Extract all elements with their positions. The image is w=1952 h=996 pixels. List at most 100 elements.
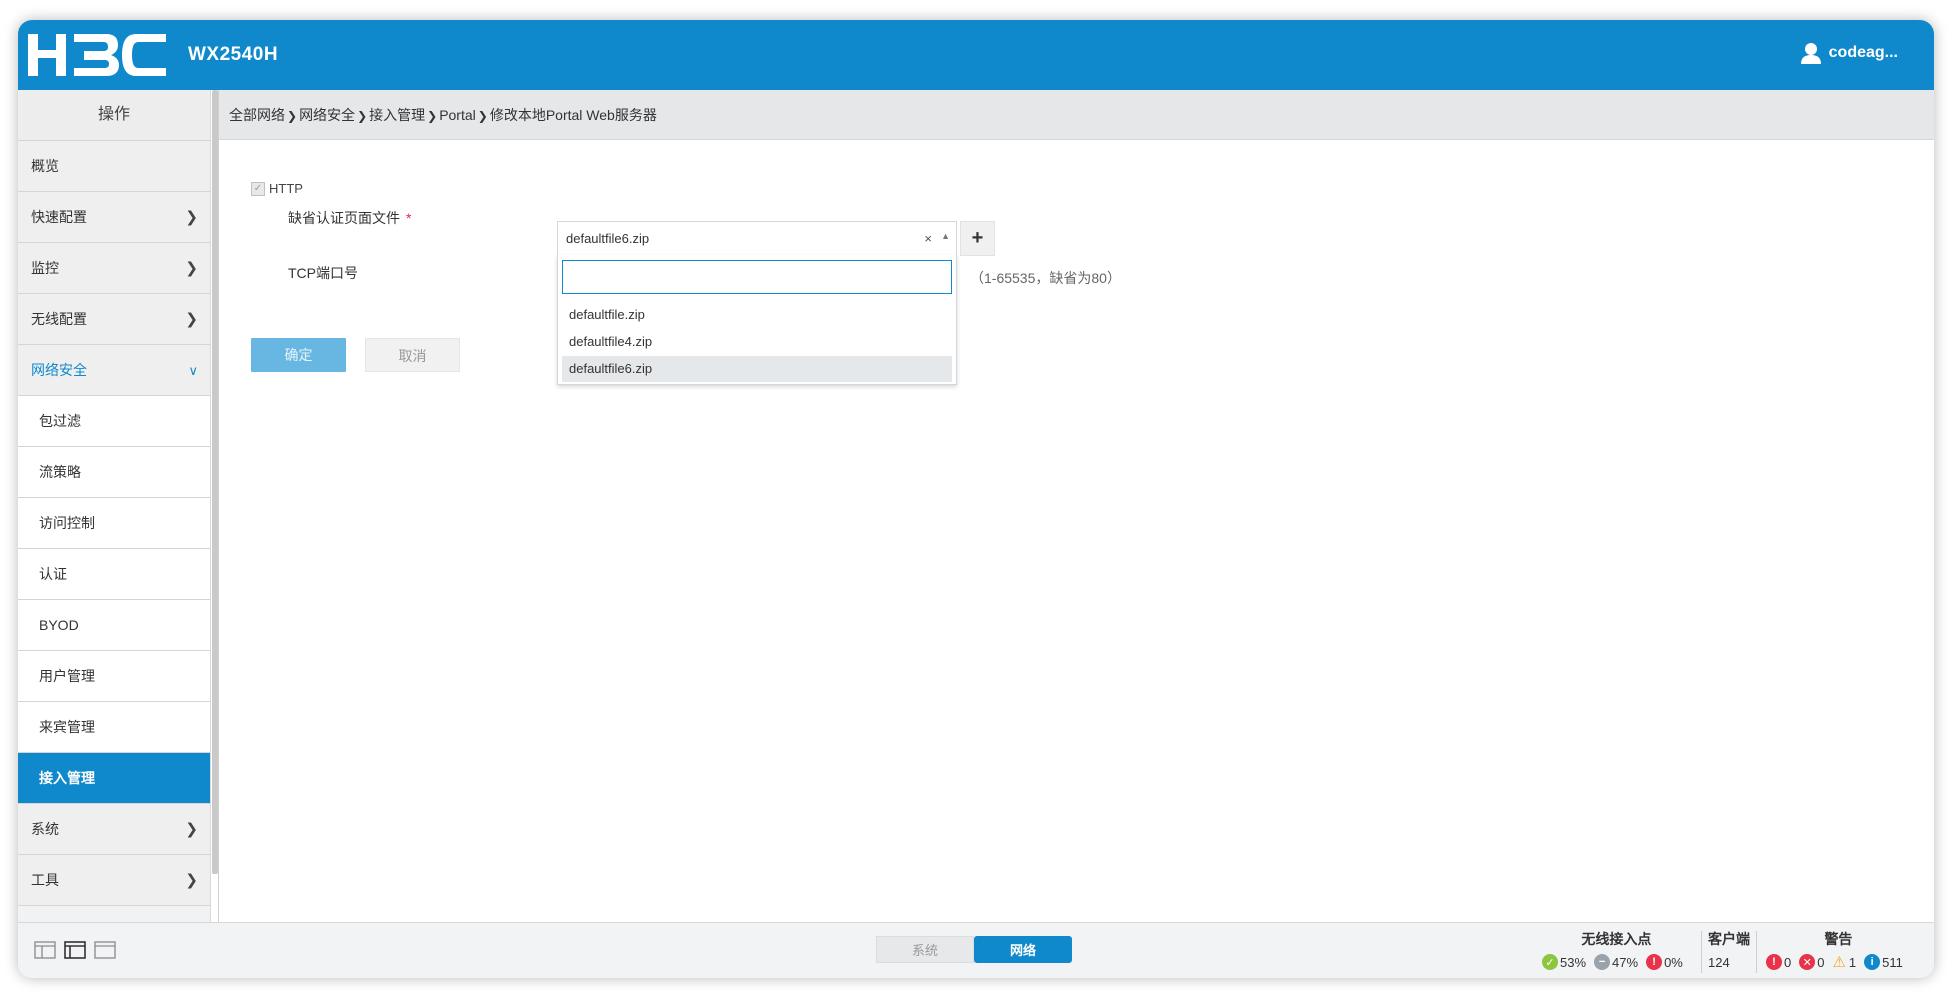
default-auth-file-label: 缺省认证页面文件 * (288, 208, 411, 228)
clear-icon[interactable]: × (924, 222, 932, 256)
client-status: 客户端 124 (1708, 927, 1750, 973)
sidebar-item-overview[interactable]: 概览 (18, 141, 210, 192)
client-count[interactable]: 124 (1708, 955, 1730, 970)
sidebar: 操作 概览 快速配置 ❯ 监控 ❯ 无线配置 ❯ 网络安全 ∨ 包过滤 流策略 访问控制… (18, 90, 211, 922)
tab-network[interactable]: 网络 (974, 936, 1072, 963)
dropdown-option-selected[interactable]: defaultfile6.zip (562, 356, 952, 382)
file-dropdown: defaultfile.zip defaultfile4.zip default… (557, 255, 957, 385)
breadcrumb-item[interactable]: 全部网络 (229, 107, 285, 123)
chevron-right-icon: ❯ (287, 109, 298, 123)
alarm-info-value: 511 (1882, 954, 1903, 970)
alarm-minor[interactable]: ⚠ 1 (1832, 953, 1856, 971)
sidebar-item-label: 来宾管理 (39, 719, 95, 735)
status-footer: 系统 网络 无线接入点 ✓ 53% −47% ! 0% 客户端 124 警告 ! 0 … (18, 922, 1934, 978)
sidebar-item-tools[interactable]: 工具 ❯ (18, 855, 210, 906)
sidebar-item-access-control[interactable]: 访问控制 (18, 498, 210, 549)
minus-icon: − (1594, 954, 1611, 970)
sidebar-item-network-security[interactable]: 网络安全 ∨ (18, 345, 210, 396)
top-header: WX2540H codeag... (18, 20, 1934, 90)
ap-fault-value: 0% (1664, 954, 1683, 970)
sidebar-item-flow-policy[interactable]: 流策略 (18, 447, 210, 498)
client-status-title: 客户端 (1708, 931, 1750, 947)
sidebar-item-label: 无线配置 (31, 311, 87, 327)
user-icon (1800, 43, 1821, 64)
ap-status-title: 无线接入点 (1581, 931, 1652, 947)
ap-online-value: 53% (1560, 954, 1587, 970)
client-count-row: 124 (1708, 951, 1750, 973)
dropdown-option[interactable]: defaultfile4.zip (562, 329, 952, 355)
ap-offline-value: 47% (1612, 954, 1639, 970)
alarm-major[interactable]: ✕ 0 (1799, 954, 1824, 970)
confirm-button[interactable]: 确定 (251, 338, 346, 372)
chevron-right-icon: ❯ (185, 260, 198, 277)
sidebar-item-label: 工具 (31, 872, 59, 888)
alarm-values: ! 0 ✕ 0 ⚠ 1 i 511 (1766, 951, 1911, 973)
caret-up-icon[interactable]: ▲ (941, 219, 950, 253)
http-checkbox[interactable]: ✓ (251, 181, 265, 196)
sidebar-item-byod[interactable]: BYOD (18, 600, 210, 651)
footer-divider (1701, 931, 1702, 973)
sidebar-item-monitor[interactable]: 监控 ❯ (18, 243, 210, 294)
layout-two-column-icon[interactable] (34, 941, 56, 959)
layout-switcher (34, 941, 116, 959)
close-circle-icon: ✕ (1799, 954, 1816, 970)
dropdown-option[interactable]: defaultfile.zip (562, 302, 952, 328)
dropdown-search-input[interactable] (562, 260, 952, 294)
breadcrumb-item[interactable]: 网络安全 (299, 107, 355, 123)
sidebar-item-label: 认证 (39, 566, 67, 582)
breadcrumb-item[interactable]: Portal (439, 107, 476, 123)
port-range-hint: （1-65535，缺省为80） (970, 270, 1121, 286)
alarm-minor-value: 1 (1848, 954, 1857, 970)
auth-file-select[interactable]: defaultfile6.zip × ▲ (557, 221, 957, 255)
ap-offline[interactable]: −47% (1594, 954, 1638, 970)
sidebar-item-wireless-config[interactable]: 无线配置 ❯ (18, 294, 210, 345)
sidebar-item-system[interactable]: 系统 ❯ (18, 804, 210, 855)
alarm-status: 警告 ! 0 ✕ 0 ⚠ 1 i 511 (1766, 927, 1911, 973)
sidebar-item-access-management[interactable]: 接入管理 (18, 753, 210, 804)
sidebar-item-authentication[interactable]: 认证 (18, 549, 210, 600)
sidebar-item-quick-config[interactable]: 快速配置 ❯ (18, 192, 210, 243)
add-file-button[interactable]: + (960, 221, 995, 256)
username: codeag... (1828, 44, 1898, 61)
warning-icon: ⚠ (1832, 954, 1846, 971)
http-option: ✓ HTTP (251, 181, 303, 196)
chevron-down-icon: ∨ (188, 363, 198, 378)
check-icon: ✓ (1542, 954, 1558, 970)
cancel-button[interactable]: 取消 (365, 338, 460, 372)
view-tabs: 系统 网络 (876, 936, 1072, 963)
device-model: WX2540H (188, 44, 279, 65)
ap-status-values: ✓ 53% −47% ! 0% (1542, 951, 1691, 973)
sidebar-item-packet-filter[interactable]: 包过滤 (18, 396, 210, 447)
chevron-right-icon: ❯ (185, 821, 198, 838)
sidebar-item-label: 流策略 (39, 464, 81, 480)
sidebar-item-user-management[interactable]: 用户管理 (18, 651, 210, 702)
exclamation-icon: ! (1646, 954, 1663, 970)
sidebar-item-label: BYOD (39, 617, 79, 633)
layout-full-icon[interactable] (94, 941, 116, 959)
ap-fault[interactable]: ! 0% (1646, 954, 1683, 970)
sidebar-item-label: 快速配置 (31, 209, 87, 225)
sidebar-title: 操作 (18, 90, 210, 141)
breadcrumb: 全部网络 ❯ 网络安全 ❯ 接入管理 ❯ Portal ❯ 修改本地Portal Web服务器 (219, 90, 1934, 140)
layout-sidebar-icon[interactable] (64, 941, 86, 959)
alarm-critical[interactable]: ! 0 (1766, 954, 1791, 970)
footer-divider (1756, 931, 1757, 973)
ap-online[interactable]: ✓ 53% (1542, 954, 1586, 970)
breadcrumb-item[interactable]: 接入管理 (369, 107, 425, 123)
main-content: ✓ HTTP 缺省认证页面文件 * defaultfile6.zip × ▲ + … (219, 141, 1934, 922)
alarm-info[interactable]: i 511 (1864, 954, 1903, 970)
tcp-port-label: TCP端口号 (288, 265, 358, 281)
sidebar-item-guest-management[interactable]: 来宾管理 (18, 702, 210, 753)
info-icon: i (1864, 954, 1881, 970)
ap-status: 无线接入点 ✓ 53% −47% ! 0% (1542, 927, 1691, 973)
alarm-major-value: 0 (1817, 954, 1825, 970)
chevron-right-icon: ❯ (185, 209, 198, 226)
sidebar-item-label: 包过滤 (39, 413, 81, 429)
sidebar-item-label: 监控 (31, 260, 59, 276)
required-mark: * (406, 210, 412, 226)
user-menu[interactable]: codeag... (1800, 42, 1898, 64)
alarm-critical-value: 0 (1784, 954, 1792, 970)
field-label: 缺省认证页面文件 (288, 210, 400, 226)
chevron-right-icon: ❯ (185, 872, 198, 889)
tab-system[interactable]: 系统 (876, 936, 974, 963)
